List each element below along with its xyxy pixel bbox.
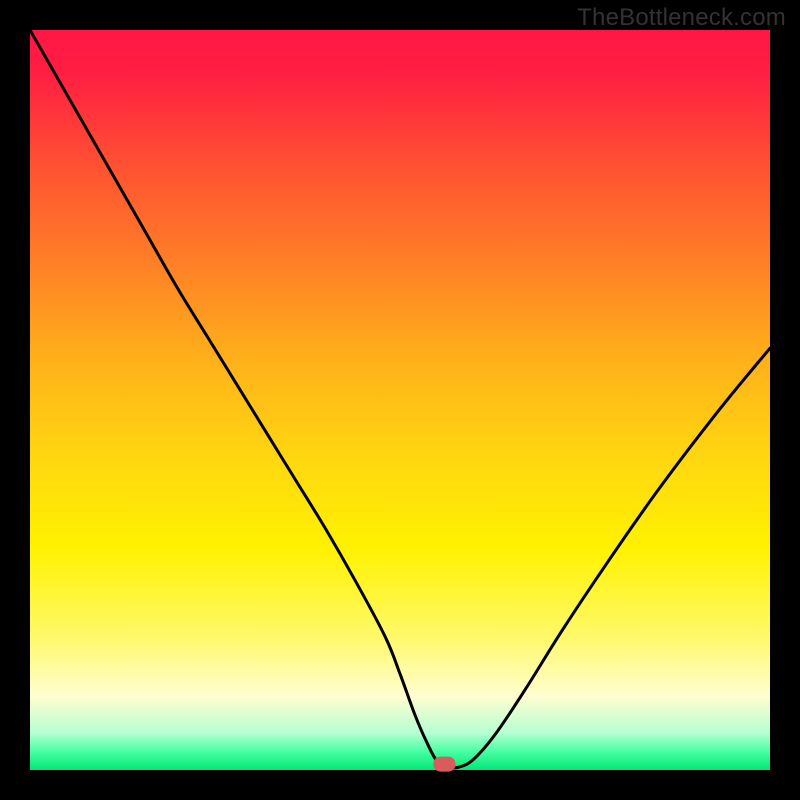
watermark-text: TheBottleneck.com [577, 4, 786, 32]
gradient-background [30, 30, 770, 770]
bottleneck-chart: TheBottleneck.com [0, 0, 800, 800]
chart-svg [0, 0, 800, 800]
optimal-point-marker [433, 757, 455, 772]
